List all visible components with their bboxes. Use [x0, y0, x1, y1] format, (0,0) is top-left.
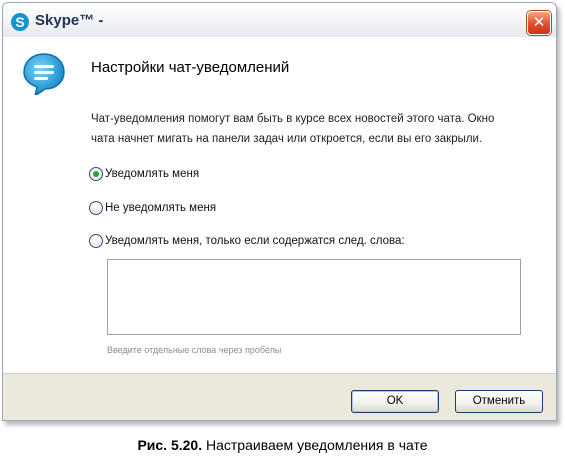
dialog-title: Настройки чат-уведомлений [91, 59, 290, 76]
description-text: Чат-уведомления помогут вам быть в курсе… [91, 113, 495, 145]
figure-caption-text: Настраиваем уведомления в чате [202, 437, 428, 453]
figure-number: Рис. 5.20. [137, 437, 203, 453]
figure-caption: Рис. 5.20. Настраиваем уведомления в чат… [0, 437, 565, 453]
keywords-input[interactable] [107, 259, 521, 335]
dialog-header: Настройки чат-уведомлений [3, 37, 556, 97]
radio-do-not-notify[interactable] [89, 201, 103, 215]
skype-logo-icon: S [11, 13, 29, 31]
option-do-not-notify[interactable]: Не уведомлять меня [89, 199, 216, 217]
dialog-window: S Skype™ - ✕ Настройки чат-уведомлений Ч… [2, 2, 557, 421]
radio-notify-keywords[interactable] [89, 234, 103, 248]
dialog-footer: OK Отменить [3, 373, 556, 420]
option-label: Уведомлять меня, только если содержатся … [105, 235, 405, 247]
option-notify-me[interactable]: Уведомлять меня [89, 165, 199, 183]
title-bar[interactable]: S Skype™ - ✕ [3, 3, 556, 37]
option-label: Не уведомлять меня [105, 202, 217, 214]
chat-bubble-icon [23, 53, 65, 97]
option-notify-keywords[interactable]: Уведомлять меня, только если содержатся … [89, 232, 405, 250]
close-button[interactable]: ✕ [527, 11, 551, 35]
close-icon: ✕ [532, 13, 546, 31]
window-title: Skype™ - [35, 12, 104, 29]
keywords-hint: Введите отдельные слова через пробелы [107, 345, 282, 355]
option-label: Уведомлять меня [105, 168, 200, 180]
ok-button[interactable]: OK [351, 390, 439, 413]
dialog-body: Чат-уведомления помогут вам быть в курсе… [3, 95, 556, 373]
radio-notify-me[interactable] [89, 167, 103, 181]
cancel-button[interactable]: Отменить [455, 390, 543, 413]
